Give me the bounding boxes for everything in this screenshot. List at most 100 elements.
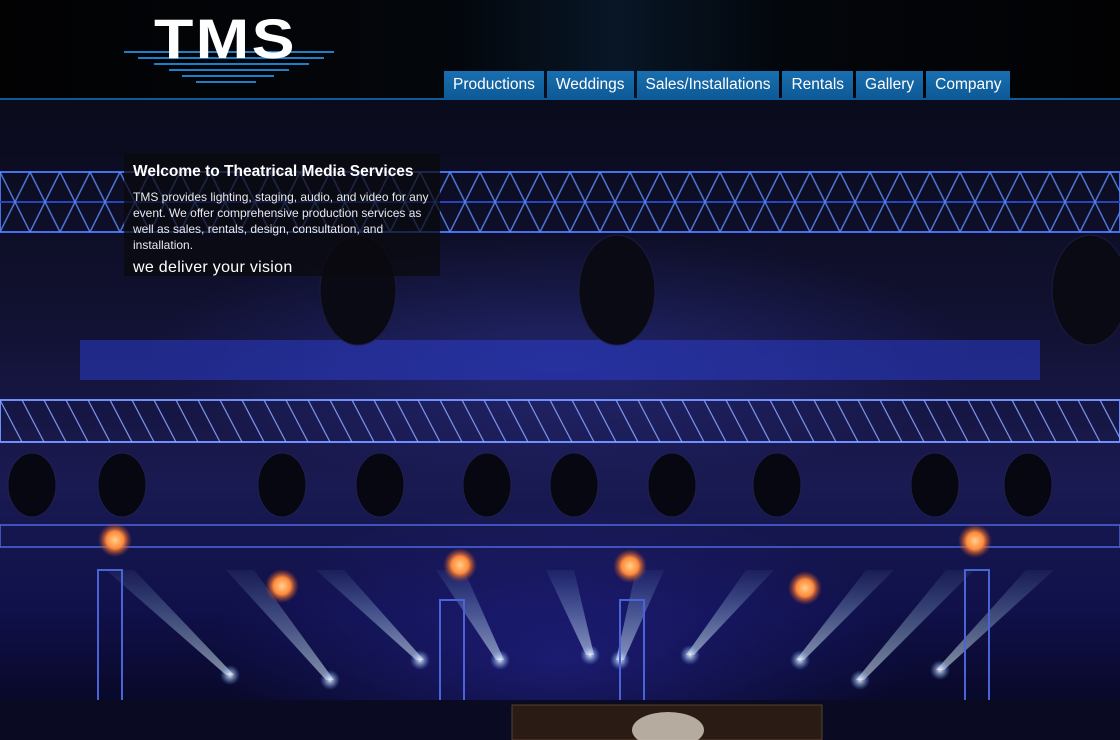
moving-head [7, 452, 57, 518]
truss-brace [637, 399, 661, 443]
truss-brace [153, 399, 177, 443]
light-beam [616, 570, 664, 660]
light-beam [316, 570, 424, 660]
orange-lamp [265, 569, 299, 603]
truss-brace [571, 399, 595, 443]
truss-brace [219, 399, 243, 443]
moving-head [549, 452, 599, 518]
truss-brace [483, 399, 507, 443]
moving-head [257, 452, 307, 518]
lower-truss [0, 524, 1120, 548]
truss-brace [263, 399, 287, 443]
nav-company[interactable]: Company [926, 71, 1011, 98]
truss-brace [1077, 399, 1101, 443]
orange-lamp [98, 523, 132, 557]
light-beam [436, 570, 504, 660]
truss-brace [813, 399, 837, 443]
orange-lamp [958, 524, 992, 558]
orange-lamp [443, 548, 477, 582]
middle-truss [0, 399, 1120, 443]
truss-brace [0, 399, 23, 443]
site-header: TMS Productions Weddings Sales/Installat… [0, 0, 1120, 100]
truss-brace [549, 399, 573, 443]
nav-rentals[interactable]: Rentals [782, 71, 854, 98]
beam-hotspot [680, 645, 700, 665]
truss-brace [901, 399, 925, 443]
truss-brace [967, 399, 991, 443]
truss-brace [197, 399, 221, 443]
beam-hotspot [580, 645, 600, 665]
truss-brace [439, 399, 463, 443]
truss-brace [285, 399, 309, 443]
nav-productions[interactable]: Productions [444, 71, 544, 98]
moving-head [647, 452, 697, 518]
truss-brace [1033, 399, 1057, 443]
beam-hotspot [410, 650, 430, 670]
beam-hotspot [930, 660, 950, 680]
truss-brace [175, 399, 199, 443]
moving-head [355, 452, 405, 518]
main-nav: Productions Weddings Sales/Installations… [444, 71, 1011, 98]
truss-brace [1055, 399, 1079, 443]
nav-weddings[interactable]: Weddings [546, 71, 634, 98]
truss-brace [615, 399, 639, 443]
welcome-body: TMS provides lighting, staging, audio, a… [133, 190, 429, 252]
moving-head [1003, 452, 1053, 518]
welcome-panel: Welcome to Theatrical Media Services TMS… [124, 153, 440, 276]
truss-brace [747, 399, 771, 443]
light-beam [106, 570, 234, 675]
light-beams [106, 570, 1054, 690]
light-beam [546, 570, 594, 655]
welcome-title: Welcome to Theatrical Media Services [133, 163, 414, 180]
logo-text: TMS [154, 7, 297, 70]
truss-brace [65, 399, 89, 443]
truss-brace [879, 399, 903, 443]
truss-brace [791, 399, 815, 443]
truss-brace [109, 399, 133, 443]
truss-brace [681, 399, 705, 443]
mid-light-band [80, 340, 1040, 380]
truss-brace [87, 399, 111, 443]
moving-head [910, 452, 960, 518]
truss-brace [1011, 399, 1035, 443]
nav-gallery[interactable]: Gallery [856, 71, 924, 98]
moving-head [578, 234, 656, 346]
truss-brace [461, 399, 485, 443]
beam-hotspot [490, 650, 510, 670]
truss-brace [857, 399, 881, 443]
truss-brace [945, 399, 969, 443]
orange-lamp [788, 571, 822, 605]
light-beam [686, 570, 774, 655]
truss-brace [241, 399, 265, 443]
truss-brace [395, 399, 419, 443]
tms-logo[interactable]: TMS [124, 7, 334, 92]
truss-brace [527, 399, 551, 443]
welcome-tagline: we deliver your vision [133, 259, 293, 276]
truss-brace [835, 399, 859, 443]
truss-brace [769, 399, 793, 443]
truss-brace [593, 399, 617, 443]
truss-brace [351, 399, 375, 443]
truss-brace [725, 399, 749, 443]
truss-brace [989, 399, 1013, 443]
truss-brace [505, 399, 529, 443]
beam-hotspot [220, 665, 240, 685]
moving-head [462, 452, 512, 518]
beam-hotspot [320, 670, 340, 690]
truss-brace [131, 399, 155, 443]
moving-head [752, 452, 802, 518]
moving-head [97, 452, 147, 518]
moving-head [1051, 234, 1120, 346]
beam-hotspot [850, 670, 870, 690]
truss-brace [703, 399, 727, 443]
truss-brace [329, 399, 353, 443]
truss-brace [373, 399, 397, 443]
orange-lamp [613, 549, 647, 583]
nav-sales-installations[interactable]: Sales/Installations [636, 71, 780, 98]
truss-brace [43, 399, 67, 443]
truss-brace [21, 399, 45, 443]
truss-brace [307, 399, 331, 443]
beam-hotspot [790, 650, 810, 670]
truss-brace [659, 399, 683, 443]
truss-brace [1099, 399, 1120, 440]
